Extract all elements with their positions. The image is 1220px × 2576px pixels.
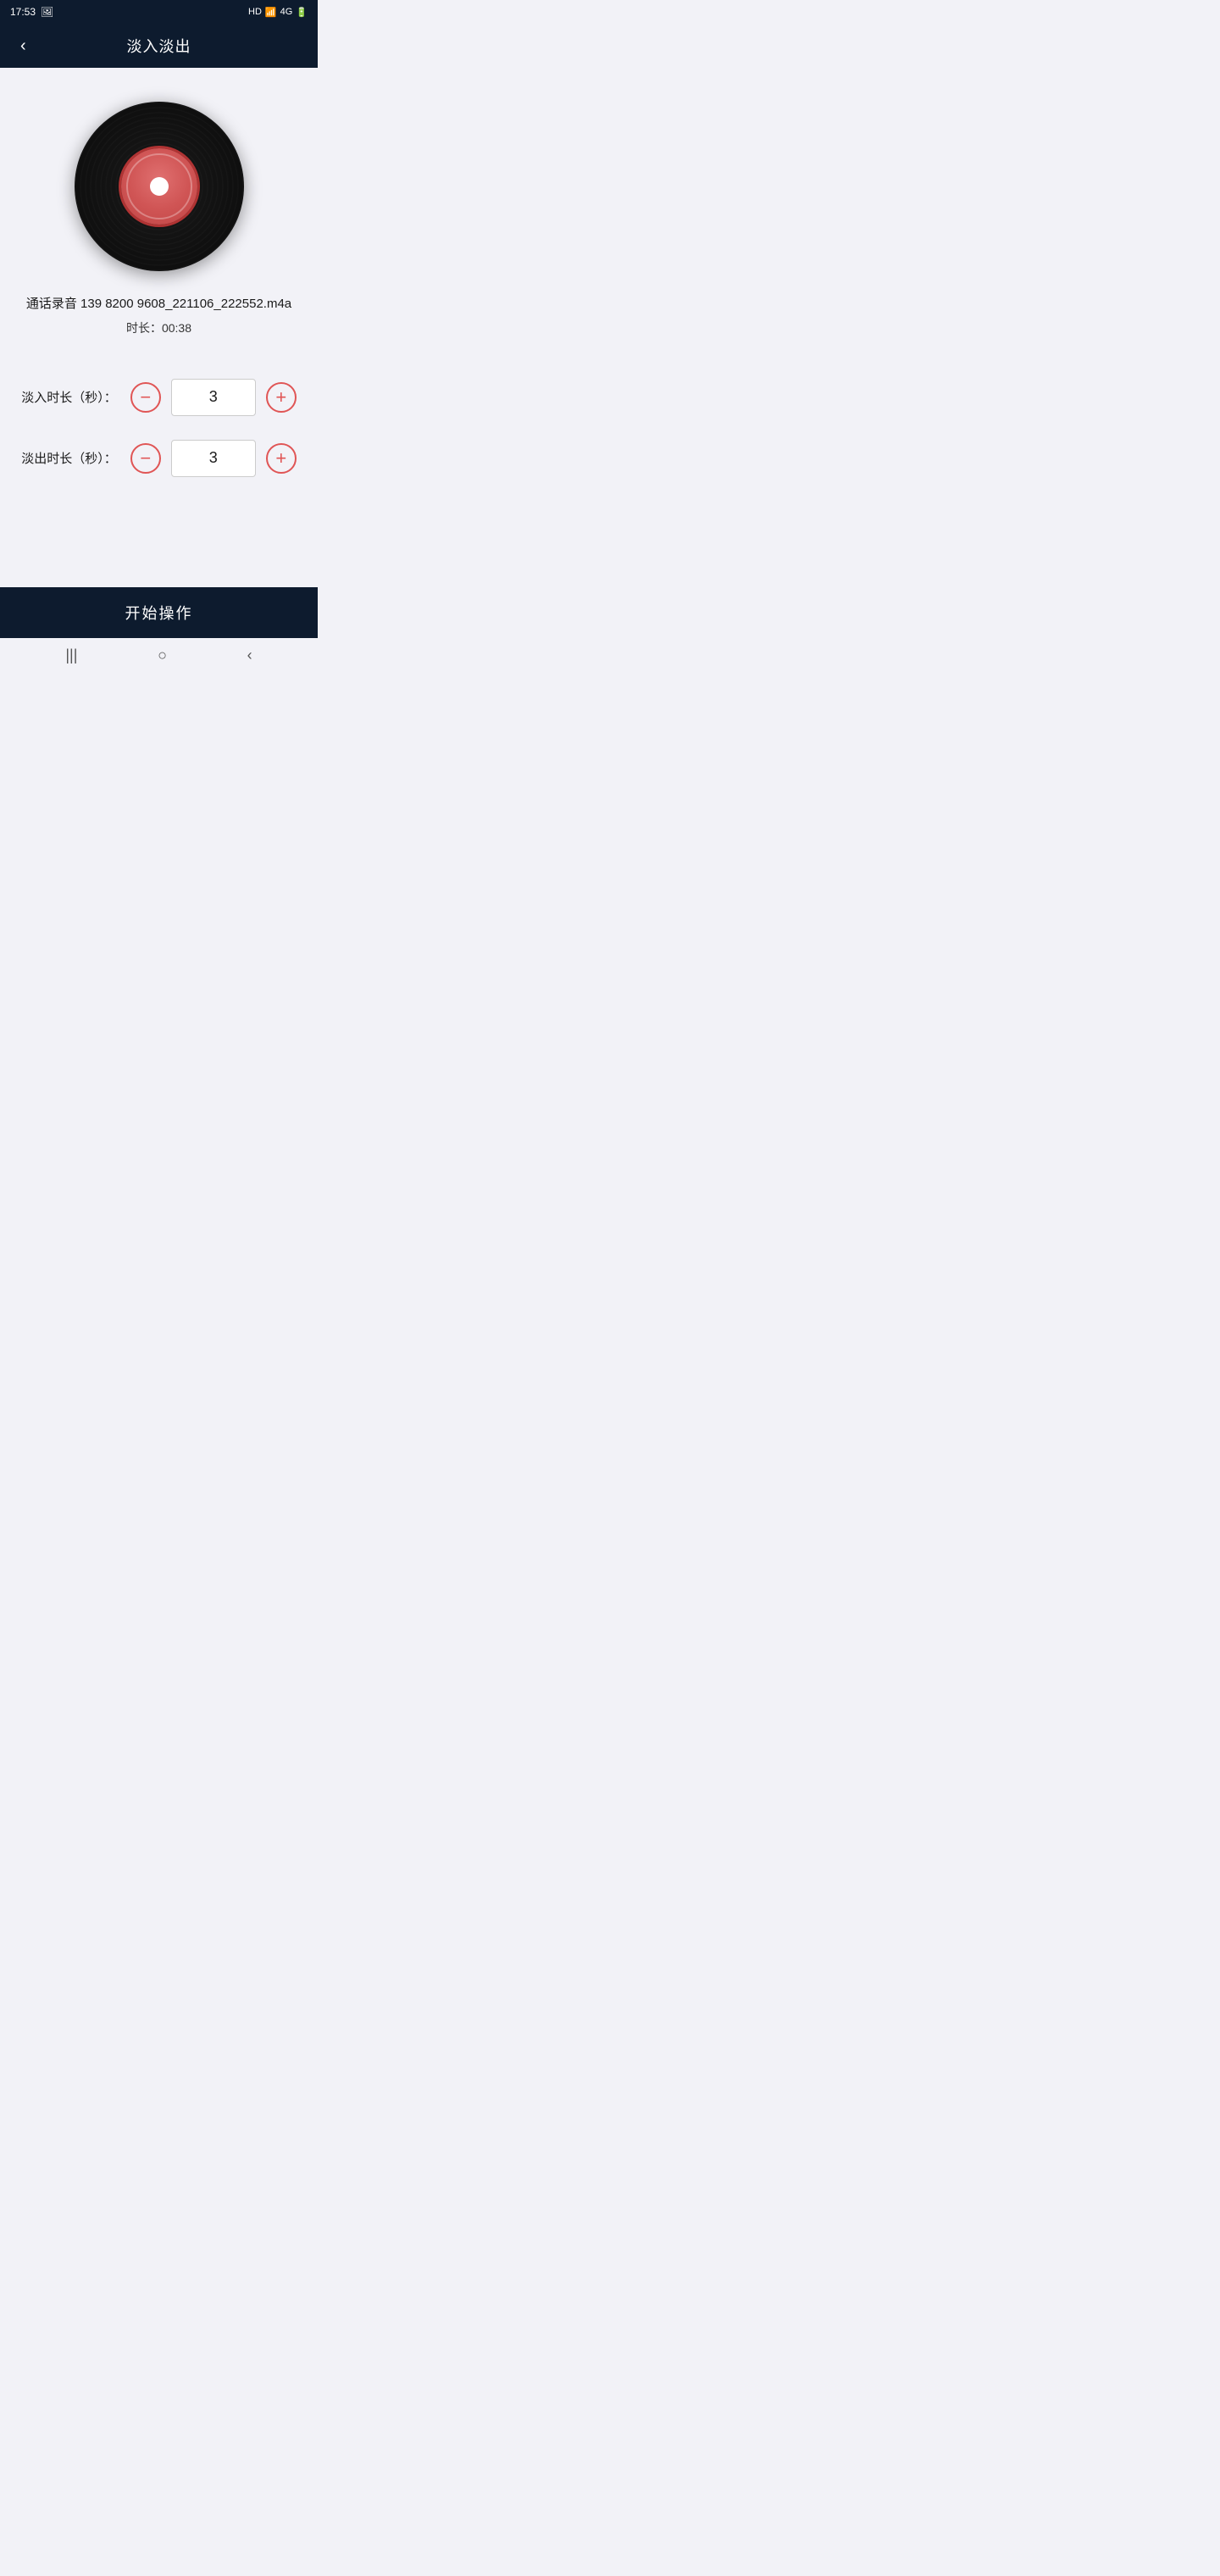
battery-icon: 🔋 [296,7,308,18]
system-nav-bar: ||| ○ ‹ [0,638,318,672]
start-button-label: 开始操作 [125,602,193,624]
controls-section: 淡入时长（秒）： − + 淡出时长（秒）： − + [17,379,301,477]
menu-gesture-icon[interactable]: ||| [65,647,77,664]
file-name: 通话录音 139 8200 9608_221106_222552.m4a [26,295,291,314]
nav-bar: ‹ 淡入淡出 [0,24,318,68]
fade-in-plus-button[interactable]: + [266,382,297,413]
status-bar-right: HD 📶 4G 🔋 [248,7,308,18]
fade-out-row: 淡出时长（秒）： − + [25,440,292,477]
fade-out-minus-button[interactable]: − [130,443,161,474]
fade-in-minus-button[interactable]: − [130,382,161,413]
vinyl-hole [150,177,169,196]
fade-out-input[interactable] [171,440,256,477]
minus-icon: − [140,388,151,407]
home-gesture-icon[interactable]: ○ [158,647,167,664]
fade-in-row: 淡入时长（秒）： − + [25,379,292,416]
vinyl-record [75,102,244,271]
vinyl-disc [75,102,244,271]
wifi-icon: 📶 [265,7,277,18]
status-bar-left: 17:53 🖼 [10,6,53,18]
fade-in-label: 淡入时长（秒）： [21,388,117,406]
back-button[interactable]: ‹ [14,30,33,63]
vinyl-center-label [121,148,197,225]
back-gesture-icon[interactable]: ‹ [247,647,252,664]
fade-out-plus-button[interactable]: + [266,443,297,474]
photo-icon: 🖼 [41,6,53,18]
signal-label: 4G [280,7,293,17]
fade-out-label: 淡出时长（秒）： [21,449,117,467]
status-bar: 17:53 🖼 HD 📶 4G 🔋 [0,0,318,24]
hd-label: HD [248,7,262,17]
file-duration: 时长：00:38 [126,319,191,336]
status-time: 17:53 [10,6,36,18]
fade-in-input[interactable] [171,379,256,416]
main-content: 通话录音 139 8200 9608_221106_222552.m4a 时长：… [0,68,318,587]
plus-icon: + [275,449,286,468]
plus-icon: + [275,388,286,407]
minus-icon: − [140,449,151,468]
start-button[interactable]: 开始操作 [0,587,318,638]
back-icon: ‹ [20,36,26,55]
page-title: 淡入淡出 [127,35,191,57]
